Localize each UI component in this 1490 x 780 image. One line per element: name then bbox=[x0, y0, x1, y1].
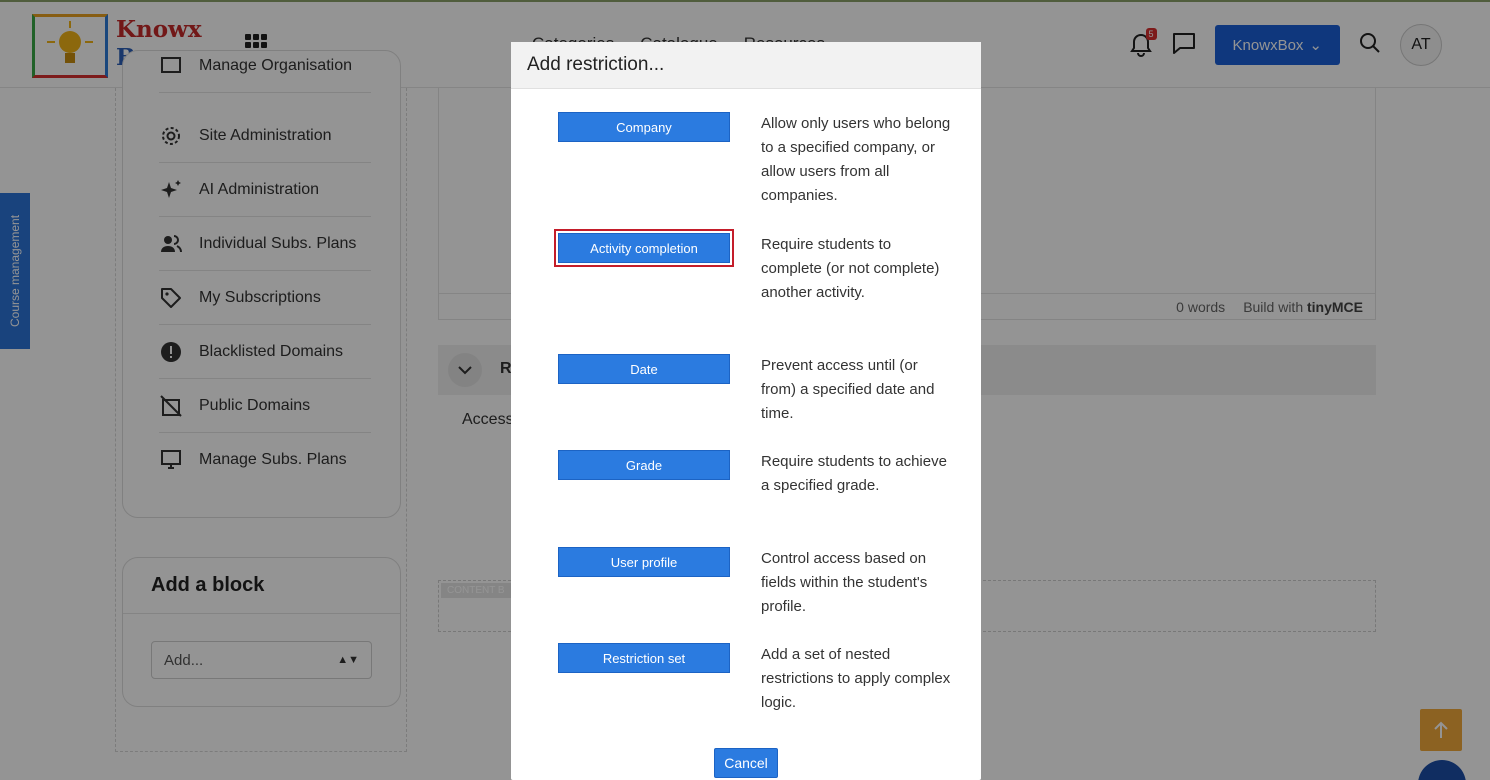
date-restriction-button[interactable]: Date bbox=[558, 354, 730, 384]
company-restriction-description: Allow only users who belong to a specifi… bbox=[761, 115, 951, 204]
add-restriction-dialog: Add restriction... Company Allow only us… bbox=[511, 42, 981, 780]
date-restriction-description: Prevent access until (or from) a specifi… bbox=[761, 357, 935, 422]
activity-completion-button[interactable]: Activity completion bbox=[554, 229, 734, 267]
cancel-button[interactable]: Cancel bbox=[714, 748, 778, 778]
user-profile-restriction-button[interactable]: User profile bbox=[558, 547, 730, 577]
restriction-set-description: Add a set of nested restrictions to appl… bbox=[761, 646, 951, 711]
user-profile-restriction-description: Control access based on fields within th… bbox=[761, 550, 928, 615]
dialog-title: Add restriction... bbox=[511, 42, 981, 89]
grade-restriction-button[interactable]: Grade bbox=[558, 450, 730, 480]
activity-completion-description: Require students to complete (or not com… bbox=[761, 236, 940, 301]
company-restriction-button[interactable]: Company bbox=[558, 112, 730, 142]
grade-restriction-description: Require students to achieve a specified … bbox=[761, 453, 947, 494]
restriction-set-button[interactable]: Restriction set bbox=[558, 643, 730, 673]
